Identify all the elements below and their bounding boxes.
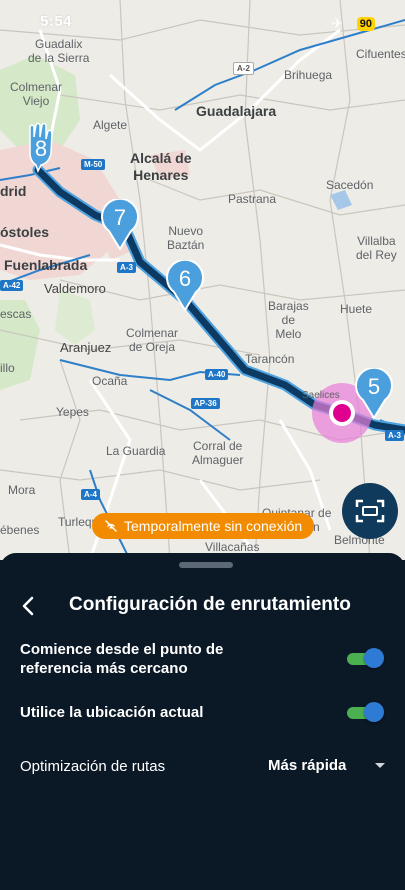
road-shield-a2: A-2	[233, 62, 254, 75]
battery-indicator: 90	[356, 17, 375, 31]
back-button[interactable]	[14, 592, 42, 620]
map-label-barajas: Barajas de Melo	[268, 299, 309, 341]
no-connection-icon	[105, 520, 117, 532]
map-view[interactable]: Guadalix de la Sierra Colmenar Viejo Alg…	[0, 0, 405, 560]
airplane-icon: ✈	[331, 15, 343, 31]
map-label-guadalix: Guadalix de la Sierra	[28, 37, 90, 65]
route-optimization-select[interactable]: Más rápida	[268, 757, 346, 774]
map-label-la-guardia: La Guardia	[106, 444, 166, 458]
map-label-algete: Algete	[93, 118, 128, 132]
waypoint-pin-5[interactable]: 5	[355, 366, 393, 420]
status-bar: 5:54 ✈ 90	[0, 0, 405, 40]
sheet-drag-handle[interactable]	[179, 562, 233, 568]
map-label-guadalajara: Guadalajara	[196, 103, 277, 119]
scan-frame-icon	[355, 499, 385, 523]
status-time: 5:54	[40, 13, 73, 30]
current-location-label: Utilice la ubicación actual	[20, 704, 204, 721]
routing-settings-sheet: Configuración de enrutamiento Comience d…	[0, 553, 405, 890]
offline-chip-text: Temporalmente sin conexión	[124, 518, 303, 534]
toggle-knob	[364, 702, 384, 722]
map-label-mora: Mora	[8, 483, 36, 497]
chevron-down-icon[interactable]	[375, 763, 385, 768]
current-location-toggle[interactable]	[347, 702, 384, 722]
road-shield-a40: A-40	[205, 369, 229, 380]
map-label-alcala: Alcalá de Henares	[130, 150, 192, 183]
map-label-saelices: Saelices	[302, 390, 340, 401]
map-label-mostoles: óstoles	[0, 224, 50, 240]
map-label-villalba: Villalba del Rey	[356, 234, 397, 262]
road-shield-a3-east: A-3	[385, 430, 404, 441]
map-label-ebenes: ébenes	[0, 523, 40, 537]
map-label-nuevo-baztan: Nuevo Baztán	[167, 224, 205, 252]
map-label-illo: illo	[0, 361, 15, 375]
map-label-aranjuez: Aranjuez	[60, 340, 112, 355]
back-chevron-icon	[22, 596, 34, 616]
map-label-brihuega: Brihuega	[284, 68, 333, 82]
road-shield-ap36: AP-36	[191, 398, 220, 409]
road-shield-a42: A-42	[0, 280, 24, 291]
map-label-villacanas: Villacañas	[205, 540, 260, 554]
offline-chip: Temporalmente sin conexión	[92, 513, 315, 539]
road-shield-a3: A-3	[117, 262, 136, 273]
waypoint-number: 6	[178, 266, 192, 291]
map-label-pastrana: Pastrana	[228, 192, 277, 206]
map-label-madrid: drid	[0, 183, 27, 199]
map-label-valdemoro: Valdemoro	[44, 281, 106, 296]
waypoint-pin-7[interactable]: 7	[101, 197, 139, 251]
scan-frame-button[interactable]	[342, 483, 398, 539]
road-shield-m50: M-50	[81, 159, 106, 170]
toggle-knob	[364, 648, 384, 668]
waypoint-number: 5	[367, 374, 381, 399]
waypoint-number: 8	[34, 136, 48, 161]
map-label-escas: escas	[0, 307, 32, 321]
nearest-waypoint-label: Comience desde el punto de referencia má…	[20, 641, 224, 677]
sheet-title: Configuración de enrutamiento	[69, 594, 351, 615]
waypoint-pin-6[interactable]: 6	[166, 258, 204, 312]
map-label-corral: Corral de Almaguer	[192, 439, 244, 467]
route-optimization-label: Optimización de rutas	[20, 758, 166, 775]
road-shield-a4: A-4	[81, 489, 100, 500]
map-label-colmenar-viejo: Colmenar Viejo	[10, 80, 63, 108]
nearest-waypoint-toggle[interactable]	[347, 648, 384, 668]
map-label-ocana: Ocaña	[92, 374, 128, 388]
map-label-yepes: Yepes	[56, 405, 89, 419]
map-label-fuenlabrada: Fuenlabrada	[4, 257, 88, 273]
map-label-cifuentes: Cifuentes	[356, 47, 405, 61]
waypoint-number: 7	[113, 205, 127, 230]
map-label-huete: Huete	[340, 302, 373, 316]
map-label-tarancon: Tarancón	[245, 352, 295, 366]
waypoint-pin-8[interactable]: 8	[22, 122, 60, 173]
map-label-colmenar-oreja: Colmenar de Oreja	[126, 326, 179, 354]
map-label-sacedon: Sacedón	[326, 178, 374, 192]
